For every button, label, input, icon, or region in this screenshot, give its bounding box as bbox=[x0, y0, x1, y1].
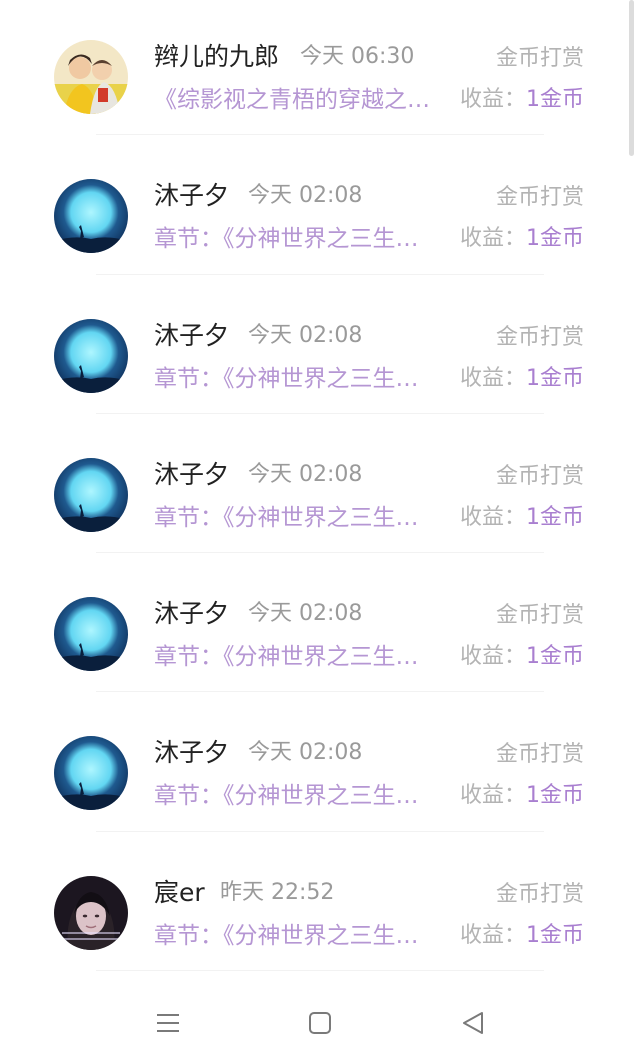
timestamp: 今天 02:08 bbox=[248, 461, 363, 487]
user-name[interactable]: 沐子夕 bbox=[154, 736, 229, 770]
income-label: 收益： bbox=[459, 504, 526, 530]
cartoon-couple-avatar-icon[interactable] bbox=[54, 40, 128, 114]
user-name[interactable]: 宸er bbox=[154, 876, 205, 910]
income-label: 收益： bbox=[459, 783, 526, 809]
list-item[interactable]: 宸er 昨天 22:52 金币打赏 章节：《分神世界之三生三世》 收益：1金币 bbox=[0, 836, 640, 975]
user-name[interactable]: 辫儿的九郎 bbox=[154, 40, 279, 74]
reward-type: 金币打赏 bbox=[495, 324, 584, 350]
moon-silhouette-avatar-icon[interactable] bbox=[54, 457, 128, 532]
list-item[interactable]: 沐子夕 今天 02:08 金币打赏 章节：《分神世界之三生三世》 收益：1金币 bbox=[0, 139, 640, 278]
income-value: 1金币 bbox=[526, 644, 584, 670]
reward-type: 金币打赏 bbox=[495, 881, 584, 907]
list-item[interactable]: 沐子夕 今天 02:08 金币打赏 章节：《分神世界之三生三世》 收益：1金币 bbox=[0, 557, 640, 696]
income-label: 收益： bbox=[459, 365, 526, 391]
income: 收益：1金币 bbox=[460, 83, 584, 117]
reward-type: 金币打赏 bbox=[495, 742, 584, 768]
divider bbox=[96, 830, 544, 832]
user-name[interactable]: 沐子夕 bbox=[154, 458, 229, 492]
reward-type: 金币打赏 bbox=[495, 185, 584, 211]
home-square-icon[interactable] bbox=[305, 1008, 335, 1038]
user-name[interactable]: 沐子夕 bbox=[154, 179, 229, 213]
reward-list: 辫儿的九郎 今天 06:30 金币打赏 《综影视之青梧的穿越之旅》 收益：1金币… bbox=[0, 0, 640, 975]
girl-photo-avatar-icon[interactable] bbox=[54, 875, 128, 950]
timestamp: 今天 02:08 bbox=[248, 183, 363, 209]
timestamp: 今天 02:08 bbox=[248, 601, 363, 627]
list-item[interactable]: 沐子夕 今天 02:08 金币打赏 章节：《分神世界之三生三世》 收益：1金币 bbox=[0, 418, 640, 557]
book-title-link[interactable]: 《综影视之青梧的穿越之旅》 bbox=[154, 83, 440, 117]
income: 收益：1金币 bbox=[460, 919, 584, 953]
chapter-title-link[interactable]: 章节：《分神世界之三生三世》 bbox=[154, 640, 440, 674]
reward-type: 金币打赏 bbox=[495, 603, 584, 629]
income-label: 收益： bbox=[459, 87, 526, 112]
income-label: 收益： bbox=[459, 226, 526, 252]
moon-silhouette-avatar-icon[interactable] bbox=[54, 597, 128, 672]
income-value: 1金币 bbox=[526, 504, 584, 530]
income-value: 1金币 bbox=[526, 783, 584, 809]
moon-silhouette-avatar-icon[interactable] bbox=[54, 318, 128, 393]
system-nav-bar bbox=[0, 990, 640, 1061]
moon-silhouette-avatar-icon[interactable] bbox=[54, 179, 128, 254]
chapter-title-link[interactable]: 章节：《分神世界之三生三世》 bbox=[154, 501, 440, 535]
list-item[interactable]: 沐子夕 今天 02:08 金币打赏 章节：《分神世界之三生三世》 收益：1金币 bbox=[0, 696, 640, 835]
timestamp: 今天 02:08 bbox=[248, 322, 363, 348]
user-name[interactable]: 沐子夕 bbox=[154, 597, 229, 631]
timestamp: 昨天 22:52 bbox=[220, 879, 335, 905]
list-item[interactable]: 辫儿的九郎 今天 06:30 金币打赏 《综影视之青梧的穿越之旅》 收益：1金币 bbox=[0, 0, 640, 139]
chapter-title-link[interactable]: 章节：《分神世界之三生三世》 bbox=[154, 362, 440, 396]
divider bbox=[96, 552, 544, 554]
back-triangle-icon[interactable] bbox=[458, 1008, 488, 1038]
income: 收益：1金币 bbox=[460, 362, 584, 396]
income-value: 1金币 bbox=[526, 226, 584, 252]
user-name[interactable]: 沐子夕 bbox=[154, 319, 229, 353]
income-label: 收益： bbox=[459, 922, 526, 948]
divider bbox=[96, 970, 544, 972]
list-item[interactable]: 沐子夕 今天 02:08 金币打赏 章节：《分神世界之三生三世》 收益：1金币 bbox=[0, 279, 640, 418]
chapter-title-link[interactable]: 章节：《分神世界之三生三世》 bbox=[154, 222, 440, 256]
income: 收益：1金币 bbox=[460, 640, 584, 674]
income: 收益：1金币 bbox=[460, 779, 584, 813]
reward-type: 金币打赏 bbox=[495, 463, 584, 489]
income-label: 收益： bbox=[459, 644, 526, 670]
chapter-title-link[interactable]: 章节：《分神世界之三生三世》 bbox=[154, 779, 440, 813]
income-value: 1金币 bbox=[526, 365, 584, 391]
divider bbox=[96, 134, 544, 136]
timestamp: 今天 02:08 bbox=[248, 740, 363, 766]
income-value: 1金币 bbox=[526, 922, 584, 948]
menu-icon[interactable] bbox=[153, 1008, 183, 1038]
divider bbox=[96, 412, 544, 414]
income-value: 1金币 bbox=[526, 87, 584, 112]
reward-type: 金币打赏 bbox=[495, 46, 584, 71]
timestamp: 今天 06:30 bbox=[300, 44, 415, 69]
income: 收益：1金币 bbox=[460, 222, 584, 256]
moon-silhouette-avatar-icon[interactable] bbox=[54, 736, 128, 811]
chapter-title-link[interactable]: 章节：《分神世界之三生三世》 bbox=[154, 919, 440, 953]
income: 收益：1金币 bbox=[460, 501, 584, 535]
divider bbox=[96, 691, 544, 693]
divider bbox=[96, 273, 544, 275]
scrollbar[interactable] bbox=[629, 0, 634, 156]
